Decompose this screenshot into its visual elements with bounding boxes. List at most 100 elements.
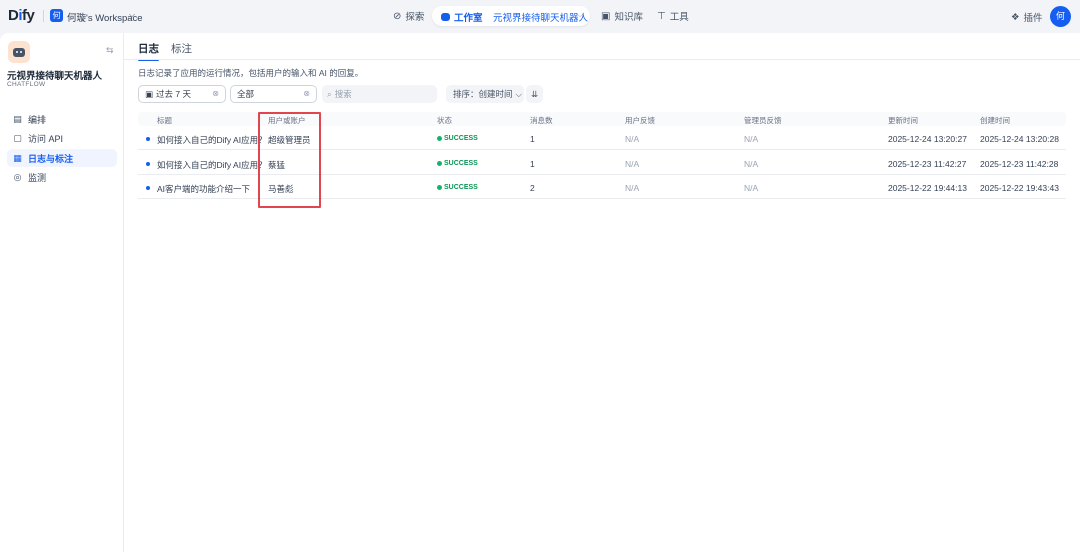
nav-tools-label: 工具 <box>669 12 689 23</box>
robot-icon <box>13 47 25 57</box>
status-badge: SUCCESS <box>437 184 478 191</box>
clear-icon[interactable]: ⊗ <box>303 89 310 98</box>
app-name: 元视界接待聊天机器人 <box>7 71 103 82</box>
sidebar-item-logs[interactable]: ▦ 日志与标注 <box>7 149 117 167</box>
row-created-time: 2025-12-23 11:42:28 <box>980 159 1059 169</box>
nav-tools[interactable]: ⊤ 工具 <box>657 8 689 24</box>
main-panel: ⇆ 元视界接待聊天机器人 CHATFLOW ▤ 编排 ▢ 访问 API ▦ 日志… <box>0 33 1080 552</box>
row-title: 如何接入自己的Dify AI应用？ <box>157 135 267 145</box>
row-admin-feedback: N/A <box>744 134 759 144</box>
row-title: AI客户端的功能介绍一下 <box>157 184 251 194</box>
column-header: 更新时间 <box>888 116 918 125</box>
hammer-icon: ⊤ <box>657 10 666 22</box>
highlight-box <box>258 112 321 208</box>
unread-dot <box>146 137 150 141</box>
row-updated-time: 2025-12-22 19:44:13 <box>888 183 967 193</box>
row-user-feedback: N/A <box>625 134 640 144</box>
user-avatar[interactable]: 何 <box>1050 6 1071 27</box>
row-admin-feedback: N/A <box>744 159 759 169</box>
row-message-count: 2 <box>530 183 535 193</box>
search-input[interactable]: ⌕ 搜索 <box>322 85 437 103</box>
status-badge: SUCCESS <box>437 135 478 142</box>
nav-explore-label: 探索 <box>405 12 425 23</box>
puzzle-icon: ❖ <box>1011 11 1020 23</box>
logo-text: D <box>8 7 19 24</box>
unread-dot <box>146 162 150 166</box>
sort-select[interactable]: 排序：创建时间 ⌵ <box>446 85 524 103</box>
dify-logo[interactable]: Dify <box>8 7 35 24</box>
terminal-icon: ▢ <box>13 132 22 143</box>
logo-text-end: fy <box>22 7 35 24</box>
nav-explore[interactable]: ⊘ 探索 <box>393 8 424 24</box>
sort-direction-button[interactable]: ⇊ <box>526 85 543 103</box>
status-dot <box>437 161 442 166</box>
status-dot <box>437 185 442 190</box>
tab-annotations[interactable]: 标注 <box>171 41 192 56</box>
nav-knowledge[interactable]: ▣ 知识库 <box>601 8 643 24</box>
row-updated-time: 2025-12-24 13:20:27 <box>888 134 967 144</box>
period-value: 过去 7 天 <box>156 89 191 99</box>
row-updated-time: 2025-12-23 11:42:27 <box>888 159 967 169</box>
row-user-feedback: N/A <box>625 159 640 169</box>
row-message-count: 1 <box>530 159 535 169</box>
collapse-sidebar-icon[interactable]: ⇆ <box>106 45 114 56</box>
status-text: SUCCESS <box>444 160 478 167</box>
app-type: CHATFLOW <box>7 81 46 88</box>
compass-icon: ⊘ <box>393 10 402 22</box>
sort-desc-icon: ⇊ <box>530 88 539 99</box>
book-icon: ▣ <box>601 10 611 22</box>
column-header: 状态 <box>437 116 452 125</box>
current-app-selector[interactable]: 元视界接待聊天机器人 <box>493 10 588 24</box>
row-title: 如何接入自己的Dify AI应用？ <box>157 160 267 170</box>
divider <box>43 10 44 22</box>
status-dot <box>437 136 442 141</box>
search-placeholder: 搜索 <box>334 89 352 99</box>
gauge-icon: ◎ <box>13 171 22 182</box>
sidebar-item-label: 编排 <box>28 114 47 125</box>
row-user-feedback: N/A <box>625 183 640 193</box>
page-description: 日志记录了应用的运行情况，包括用户的输入和 AI 的回复。 <box>138 68 364 78</box>
status-badge: SUCCESS <box>437 160 478 167</box>
file-text-icon: ▦ <box>13 152 22 163</box>
status-select[interactable]: 全部 ⊗ <box>230 85 317 103</box>
nav-studio-label: 工作室 <box>454 13 483 24</box>
chevron-down-icon[interactable]: ⌵ <box>129 10 135 20</box>
column-header: 创建时间 <box>980 116 1010 125</box>
row-created-time: 2025-12-24 13:20:28 <box>980 134 1059 144</box>
column-header: 用户反馈 <box>625 116 655 125</box>
robot-icon <box>441 13 450 21</box>
calendar-icon: ▣ <box>145 88 154 99</box>
sidebar-item-label: 日志与标注 <box>28 153 74 164</box>
layout-icon: ▤ <box>13 113 22 124</box>
nav-studio[interactable]: 工作室 <box>441 10 483 24</box>
period-select[interactable]: ▣ 过去 7 天 ⊗ <box>138 85 226 103</box>
unread-dot <box>146 186 150 190</box>
sort-label: 排序：创建时间 <box>453 89 513 99</box>
workspace-avatar[interactable]: 何 <box>50 9 63 22</box>
tab-logs[interactable]: 日志 <box>138 41 159 61</box>
sidebar-item-api[interactable]: ▢ 访问 API <box>7 129 117 147</box>
sidebar-item-monitor[interactable]: ◎ 监测 <box>7 168 117 186</box>
nav-knowledge-label: 知识库 <box>614 12 643 23</box>
top-navigation: Dify 何 何璇's Workspace ⌵ ⊘ 探索 工作室 元视界接待聊天… <box>0 0 1080 32</box>
app-sidebar: ⇆ 元视界接待聊天机器人 CHATFLOW ▤ 编排 ▢ 访问 API ▦ 日志… <box>0 33 124 552</box>
column-header: 消息数 <box>530 116 553 125</box>
plugins-button[interactable]: ❖ 插件 <box>1011 10 1043 25</box>
chevron-down-icon: ⌵ <box>515 88 522 99</box>
column-header: 管理员反馈 <box>744 116 782 125</box>
sidebar-item-orchestrate[interactable]: ▤ 编排 <box>7 110 117 128</box>
sidebar-item-label: 访问 API <box>28 133 64 144</box>
row-admin-feedback: N/A <box>744 183 759 193</box>
chevron-down-icon[interactable]: ⌵ <box>577 10 583 20</box>
status-text: SUCCESS <box>444 184 478 191</box>
search-icon: ⌕ <box>327 88 332 99</box>
divider <box>124 59 1080 60</box>
status-text: SUCCESS <box>444 135 478 142</box>
app-icon <box>8 41 30 63</box>
row-created-time: 2025-12-22 19:43:43 <box>980 183 1059 193</box>
clear-icon[interactable]: ⊗ <box>212 89 219 98</box>
sidebar-item-label: 监测 <box>28 172 47 183</box>
column-header: 标题 <box>157 116 172 125</box>
status-value: 全部 <box>237 89 255 99</box>
plugins-label: 插件 <box>1023 13 1043 24</box>
